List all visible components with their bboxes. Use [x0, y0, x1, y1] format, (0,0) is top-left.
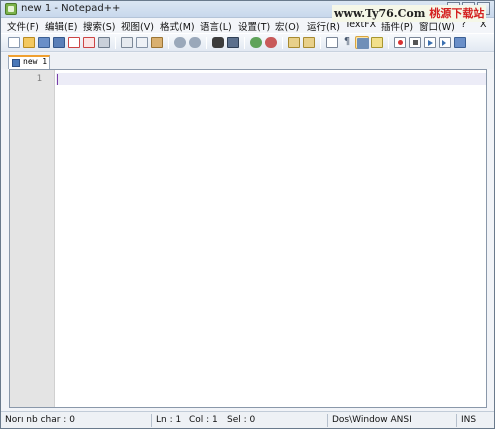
- save-icon[interactable]: [37, 36, 51, 49]
- new-file-icon[interactable]: [7, 36, 21, 49]
- toolbar: ¶: [1, 33, 494, 52]
- line-number-gutter[interactable]: 1: [10, 70, 55, 407]
- menu-settings[interactable]: 设置(T): [238, 19, 270, 33]
- status-char-count: Norı nb char : 0: [5, 415, 75, 425]
- menu-macro[interactable]: 宏(O): [275, 19, 299, 33]
- undo-icon[interactable]: [173, 36, 187, 49]
- line-number: 1: [36, 74, 42, 84]
- menu-language[interactable]: 语言(L): [200, 19, 232, 33]
- show-all-chars-icon[interactable]: ¶: [340, 36, 354, 49]
- find-icon[interactable]: [211, 36, 225, 49]
- notepadpp-app-icon[interactable]: [5, 3, 17, 15]
- print-icon[interactable]: [97, 36, 111, 49]
- status-divider: [151, 414, 152, 427]
- notepadpp-window: new 1 - Notepad++ – □ ✕ 文件(F) 编辑(E) 搜索(S…: [0, 0, 495, 429]
- close-icon[interactable]: [67, 36, 81, 49]
- saved-document-icon: [12, 59, 20, 67]
- user-language-icon[interactable]: [370, 36, 384, 49]
- status-insert-mode[interactable]: INS: [461, 415, 476, 425]
- word-wrap-icon[interactable]: [325, 36, 339, 49]
- stop-record-icon[interactable]: [408, 36, 422, 49]
- zoom-in-icon[interactable]: [249, 36, 263, 49]
- menu-view[interactable]: 视图(V): [121, 19, 154, 33]
- toolbar-separator: [115, 37, 116, 49]
- menu-search[interactable]: 搜索(S): [83, 19, 115, 33]
- run-macro-multiple-icon[interactable]: [438, 36, 452, 49]
- sync-horizontal-icon[interactable]: [302, 36, 316, 49]
- toolbar-separator: [320, 37, 321, 49]
- toolbar-separator: [282, 37, 283, 49]
- redo-icon[interactable]: [188, 36, 202, 49]
- tab-new-1[interactable]: new 1: [8, 55, 50, 69]
- close-all-icon[interactable]: [82, 36, 96, 49]
- status-bar: Norı nb char : 0 Ln : 1 Col : 1 Sel : 0 …: [1, 411, 494, 428]
- toolbar-separator: [168, 37, 169, 49]
- open-file-icon[interactable]: [22, 36, 36, 49]
- window-title: new 1 - Notepad++: [21, 3, 121, 14]
- replace-icon[interactable]: [226, 36, 240, 49]
- status-divider: [327, 414, 328, 427]
- play-macro-icon[interactable]: [423, 36, 437, 49]
- record-macro-icon[interactable]: [393, 36, 407, 49]
- paste-icon[interactable]: [150, 36, 164, 49]
- toolbar-separator: [388, 37, 389, 49]
- cut-icon[interactable]: [120, 36, 134, 49]
- toolbar-separator: [244, 37, 245, 49]
- document-tab-strip: new 1: [1, 53, 494, 69]
- text-editor[interactable]: 1: [9, 69, 487, 408]
- status-eol-encoding: Dos\Window ANSI: [332, 415, 412, 425]
- watermark-logo: www.Ty76.Com 桃源下载站: [332, 5, 487, 22]
- sync-vertical-icon[interactable]: [287, 36, 301, 49]
- copy-icon[interactable]: [135, 36, 149, 49]
- indent-guide-icon[interactable]: [355, 36, 369, 49]
- menu-format[interactable]: 格式(M): [160, 19, 195, 33]
- toolbar-separator: [206, 37, 207, 49]
- status-selection: Sel : 0: [227, 415, 256, 425]
- zoom-out-icon[interactable]: [264, 36, 278, 49]
- save-macro-icon[interactable]: [453, 36, 467, 49]
- menu-edit[interactable]: 编辑(E): [45, 19, 77, 33]
- text-caret: [57, 74, 58, 85]
- status-line: Ln : 1: [156, 415, 182, 425]
- watermark-name: 桃源下载站: [429, 7, 485, 20]
- watermark-url: www.Ty76.Com: [334, 7, 426, 20]
- status-divider: [456, 414, 457, 427]
- status-column: Col : 1: [189, 415, 218, 425]
- menu-file[interactable]: 文件(F): [7, 19, 39, 33]
- save-all-icon[interactable]: [52, 36, 66, 49]
- tab-label: new 1: [23, 57, 48, 66]
- current-line-highlight: [56, 73, 486, 85]
